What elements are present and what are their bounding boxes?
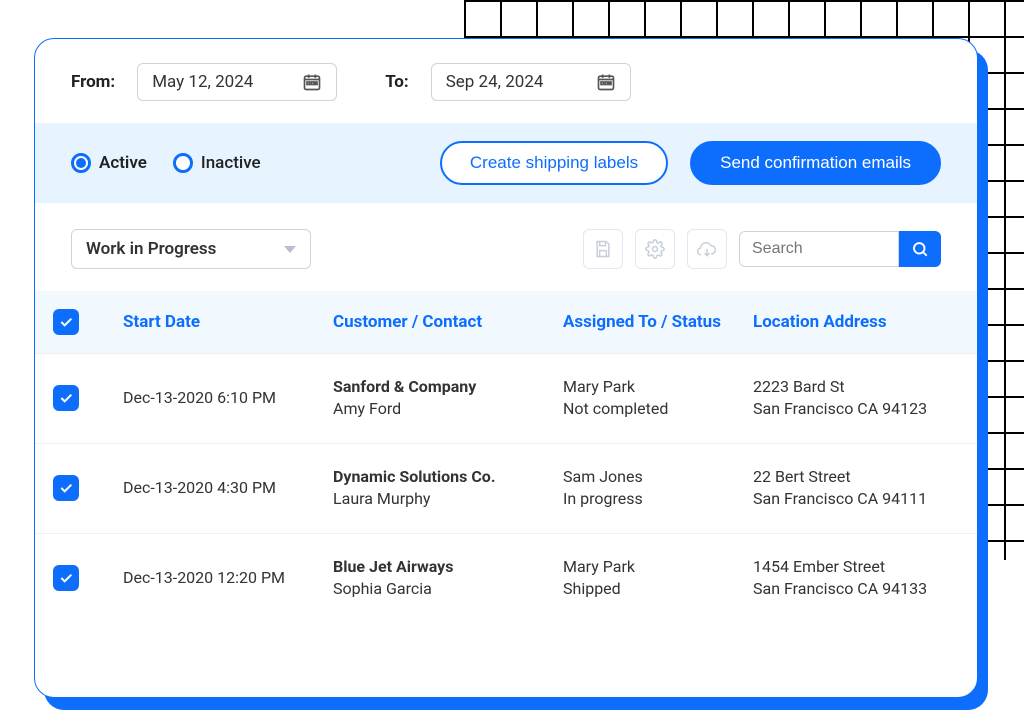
address-line1: 1454 Ember Street xyxy=(753,556,941,578)
assignee-name: Sam Jones xyxy=(563,466,753,488)
date-filter-bar: From: May 12, 2024 To: Sep 24, 2024 xyxy=(35,39,977,123)
calendar-icon xyxy=(302,72,322,92)
company-name: Sanford & Company xyxy=(333,376,563,398)
radio-active-label: Active xyxy=(99,153,147,173)
to-label: To: xyxy=(385,72,408,92)
cell-customer: Sanford & Company Amy Ford xyxy=(333,376,563,421)
cell-location: 1454 Ember Street San Francisco CA 94133 xyxy=(753,556,941,601)
dropdown-value: Work in Progress xyxy=(86,239,216,259)
search-icon xyxy=(911,240,929,258)
calendar-icon xyxy=(596,72,616,92)
cell-location: 2223 Bard St San Francisco CA 94123 xyxy=(753,376,941,421)
cell-customer: Blue Jet Airways Sophia Garcia xyxy=(333,556,563,601)
company-name: Blue Jet Airways xyxy=(333,556,563,578)
th-customer[interactable]: Customer / Contact xyxy=(333,312,563,332)
table-row: Dec-13-2020 12:20 PM Blue Jet Airways So… xyxy=(35,533,977,623)
from-date-value: May 12, 2024 xyxy=(152,72,253,92)
cell-location: 22 Bert Street San Francisco CA 94111 xyxy=(753,466,941,511)
address-line1: 22 Bert Street xyxy=(753,466,941,488)
save-icon xyxy=(593,239,613,259)
row-checkbox[interactable] xyxy=(53,475,79,501)
status-dropdown[interactable]: Work in Progress xyxy=(71,229,311,269)
check-icon xyxy=(58,570,74,586)
check-icon xyxy=(58,480,74,496)
check-icon xyxy=(58,390,74,406)
search-wrap xyxy=(739,231,941,267)
assignee-name: Mary Park xyxy=(563,376,753,398)
status-text: Shipped xyxy=(563,578,753,600)
chevron-down-icon xyxy=(284,246,296,253)
cell-customer: Dynamic Solutions Co. Laura Murphy xyxy=(333,466,563,511)
address-line2: San Francisco CA 94133 xyxy=(753,578,941,600)
assignee-name: Mary Park xyxy=(563,556,753,578)
send-confirmation-emails-button[interactable]: Send confirmation emails xyxy=(690,141,941,185)
save-icon-button[interactable] xyxy=(583,229,623,269)
status-text: Not completed xyxy=(563,398,753,420)
toolbar: Work in Progress xyxy=(35,203,977,291)
address-line2: San Francisco CA 94123 xyxy=(753,398,941,420)
contact-name: Amy Ford xyxy=(333,398,563,420)
gear-icon xyxy=(645,239,665,259)
row-checkbox[interactable] xyxy=(53,385,79,411)
address-line2: San Francisco CA 94111 xyxy=(753,488,941,510)
th-location[interactable]: Location Address xyxy=(753,312,941,332)
contact-name: Laura Murphy xyxy=(333,488,563,510)
cell-date: Dec-13-2020 12:20 PM xyxy=(123,567,333,589)
from-date-field[interactable]: May 12, 2024 xyxy=(137,63,337,101)
th-assigned[interactable]: Assigned To / Status xyxy=(563,312,753,332)
cloud-download-icon-button[interactable] xyxy=(687,229,727,269)
radio-inactive[interactable]: Inactive xyxy=(173,153,261,173)
radio-active[interactable]: Active xyxy=(71,153,147,173)
status-radio-group: Active Inactive xyxy=(71,153,261,173)
cell-date: Dec-13-2020 4:30 PM xyxy=(123,477,333,499)
status-text: In progress xyxy=(563,488,753,510)
cell-date: Dec-13-2020 6:10 PM xyxy=(123,387,333,409)
check-icon xyxy=(58,314,74,330)
cell-assigned: Mary Park Not completed xyxy=(563,376,753,421)
radio-icon xyxy=(71,153,91,173)
row-checkbox[interactable] xyxy=(53,565,79,591)
create-shipping-labels-button[interactable]: Create shipping labels xyxy=(440,141,668,185)
orders-table: Start Date Customer / Contact Assigned T… xyxy=(35,291,977,697)
table-row: Dec-13-2020 6:10 PM Sanford & Company Am… xyxy=(35,353,977,443)
table-header-row: Start Date Customer / Contact Assigned T… xyxy=(35,291,977,353)
action-bar: Active Inactive Create shipping labels S… xyxy=(35,123,977,203)
from-label: From: xyxy=(71,72,115,92)
search-button[interactable] xyxy=(899,231,941,267)
radio-icon xyxy=(173,153,193,173)
settings-icon-button[interactable] xyxy=(635,229,675,269)
table-row: Dec-13-2020 4:30 PM Dynamic Solutions Co… xyxy=(35,443,977,533)
contact-name: Sophia Garcia xyxy=(333,578,563,600)
cloud-download-icon xyxy=(697,239,717,259)
company-name: Dynamic Solutions Co. xyxy=(333,466,563,488)
select-all-checkbox[interactable] xyxy=(53,309,79,335)
to-date-field[interactable]: Sep 24, 2024 xyxy=(431,63,631,101)
th-start-date[interactable]: Start Date xyxy=(123,312,333,332)
to-date-value: Sep 24, 2024 xyxy=(446,72,544,92)
cell-assigned: Sam Jones In progress xyxy=(563,466,753,511)
radio-inactive-label: Inactive xyxy=(201,153,261,173)
search-input[interactable] xyxy=(739,231,899,267)
address-line1: 2223 Bard St xyxy=(753,376,941,398)
main-card: From: May 12, 2024 To: Sep 24, 2024 Acti… xyxy=(34,38,978,698)
cell-assigned: Mary Park Shipped xyxy=(563,556,753,601)
